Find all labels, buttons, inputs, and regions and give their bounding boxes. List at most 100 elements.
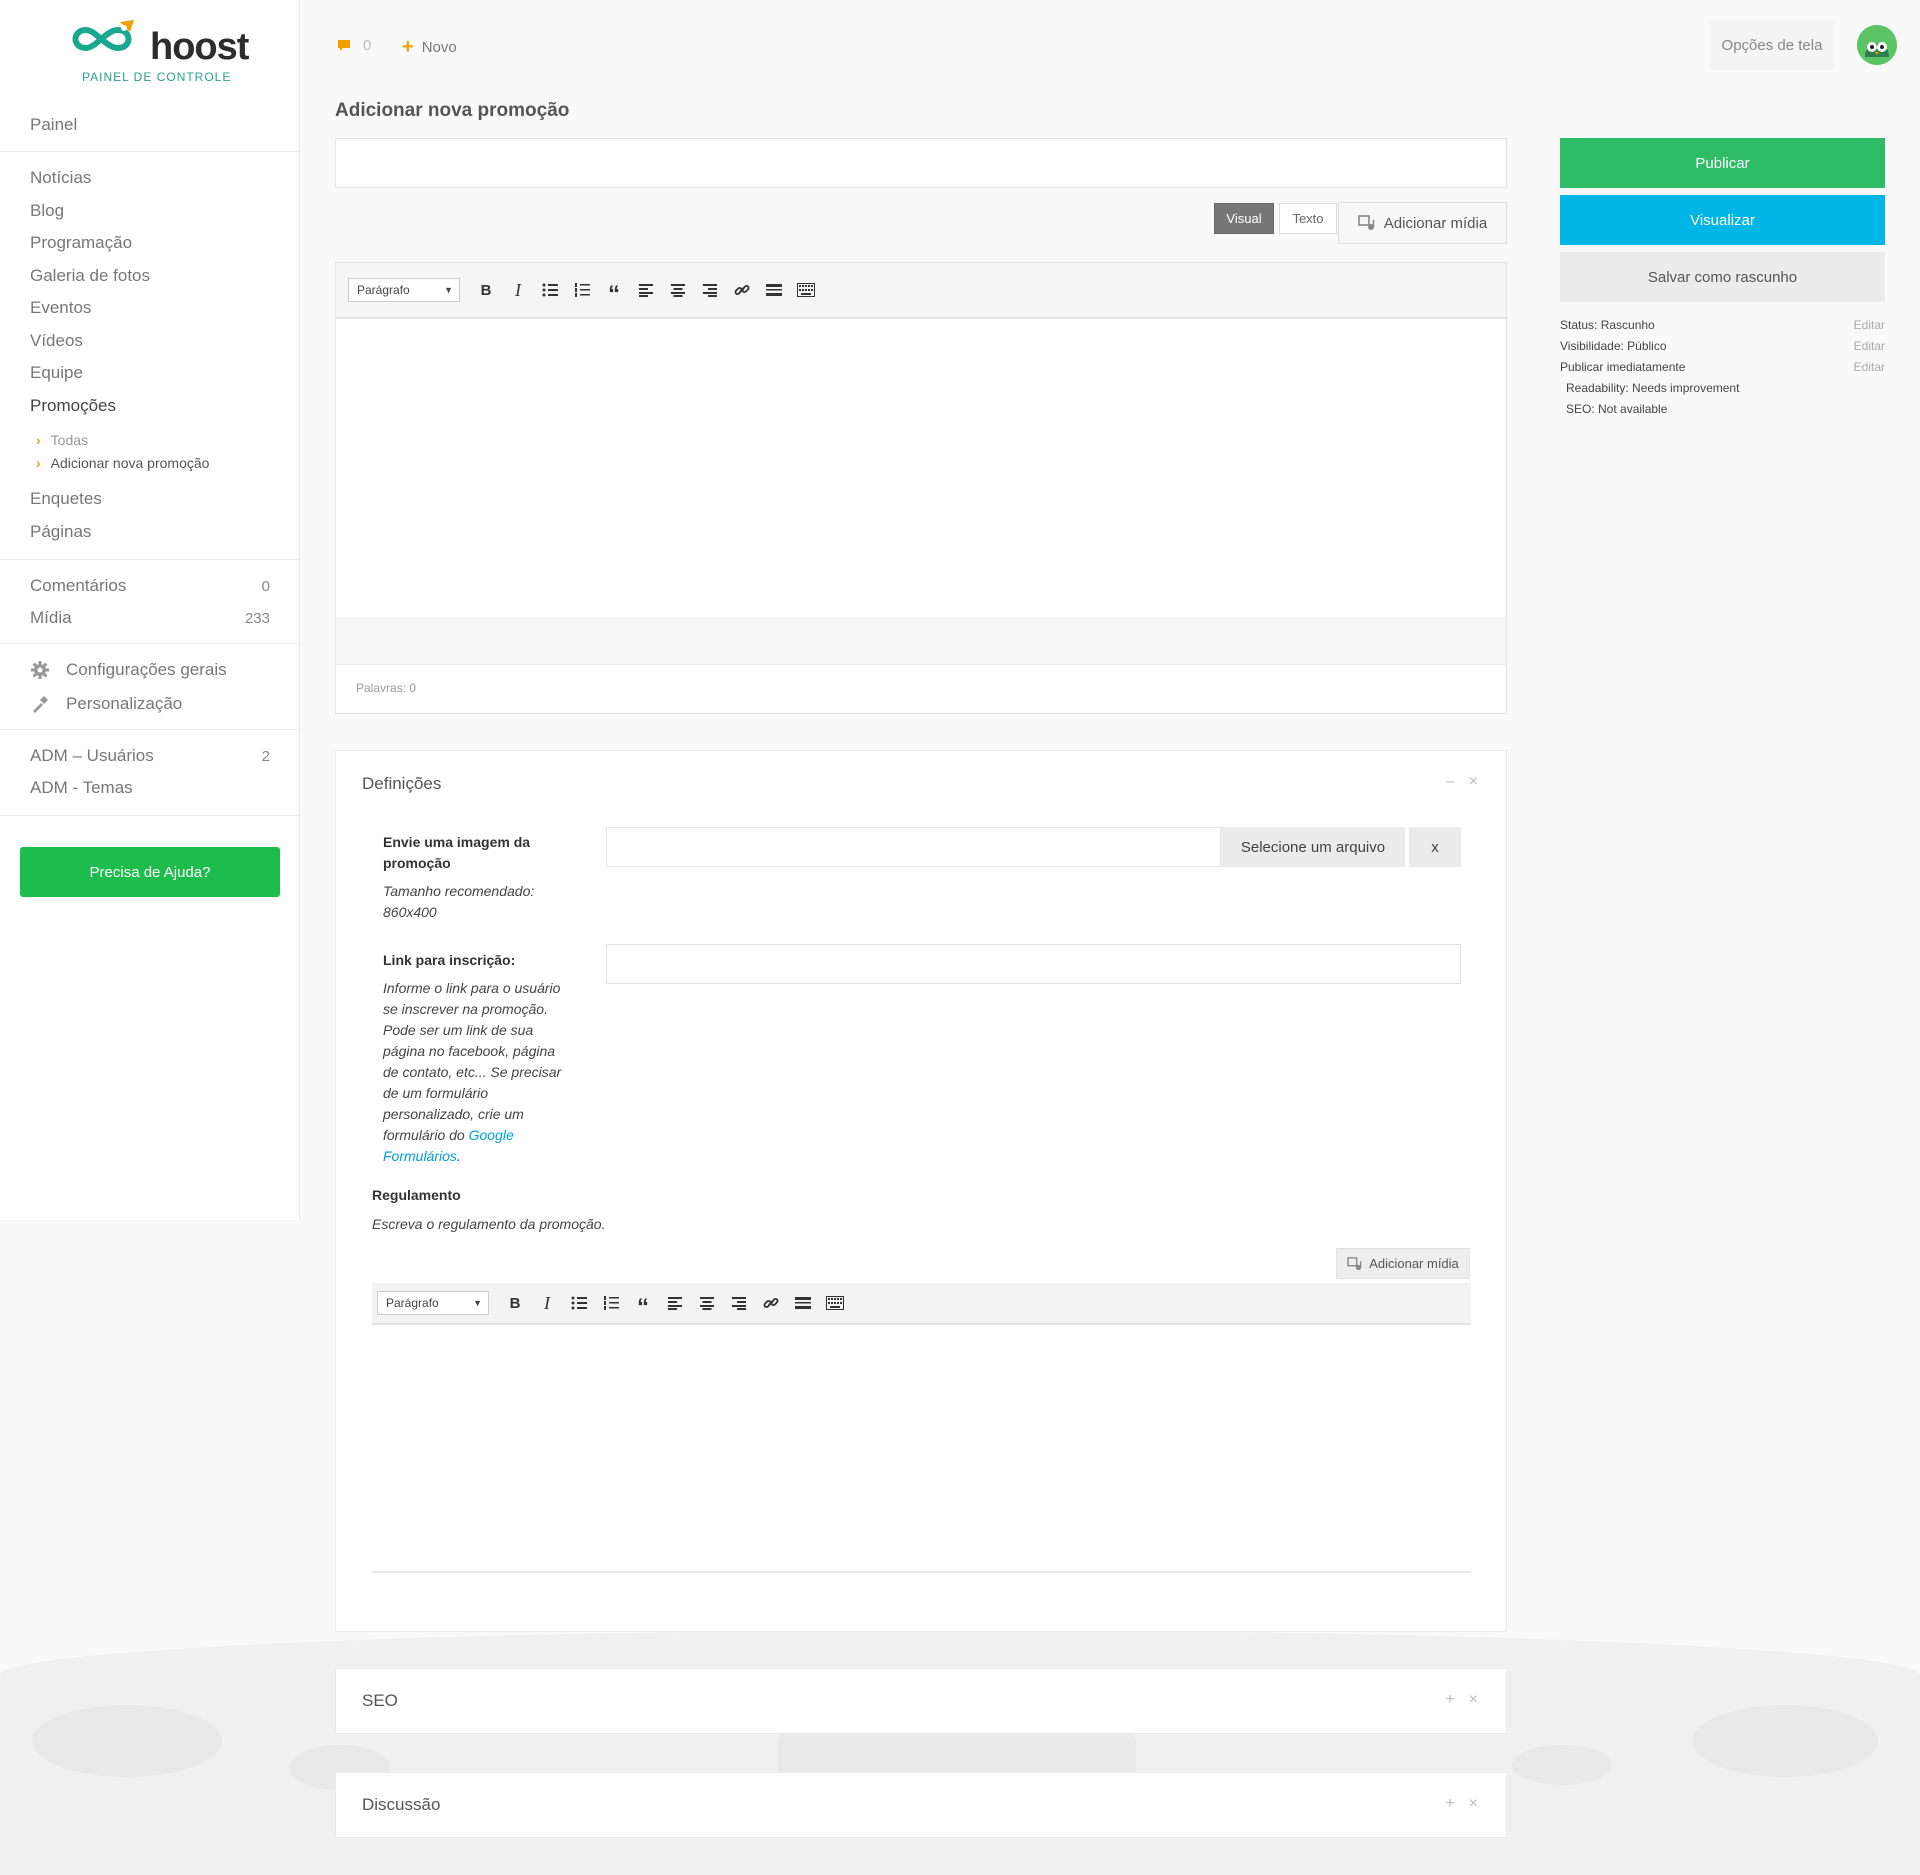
sidebar-item-label: Configurações gerais — [66, 660, 227, 679]
align-right-icon[interactable] — [723, 1289, 755, 1317]
tab-visual[interactable]: Visual — [1214, 203, 1274, 234]
comment-icon — [338, 39, 350, 51]
sidebar-item-adm-usuarios[interactable]: ADM – Usuários 2 — [30, 746, 270, 766]
sidebar-item-blog[interactable]: Blog — [30, 201, 270, 221]
sidebar-item-label: Vídeos — [30, 331, 83, 350]
format-select[interactable]: Parágrafo ▼ — [377, 1291, 489, 1315]
status-row: Status: Rascunho Editar — [1560, 318, 1885, 332]
minimize-icon[interactable]: – — [1446, 773, 1455, 791]
sidebar-subitem-todas[interactable]: › Todas — [36, 432, 88, 448]
brush-icon — [33, 696, 48, 713]
discussion-panel[interactable]: Discussão + × — [335, 1772, 1507, 1838]
title-input[interactable] — [335, 138, 1507, 188]
read-more-icon[interactable] — [787, 1289, 819, 1317]
sidebar-item-promocoes[interactable]: Promoções — [30, 396, 270, 416]
blockquote-icon[interactable]: “ — [598, 276, 630, 307]
edit-visibility-link[interactable]: Editar — [1854, 339, 1885, 353]
count-badge: 0 — [261, 577, 270, 595]
bullet-list-icon[interactable] — [563, 1289, 595, 1317]
tab-text[interactable]: Texto — [1279, 203, 1337, 234]
numbered-list-icon[interactable] — [595, 1289, 627, 1317]
seo-score-row: SEO: Not available — [1566, 402, 1891, 416]
bold-icon[interactable]: B — [470, 276, 502, 304]
edit-schedule-link[interactable]: Editar — [1854, 360, 1885, 374]
comments-indicator[interactable]: 0 — [337, 37, 371, 54]
align-center-icon[interactable] — [691, 1289, 723, 1317]
sidebar-subitem-adicionar[interactable]: › Adicionar nova promoção — [36, 455, 209, 471]
add-media-label: Adicionar mídia — [1369, 1256, 1459, 1271]
read-more-icon[interactable] — [758, 276, 790, 304]
brand-subtitle: PAINEL DE CONTROLE — [82, 70, 232, 84]
sidebar-item-midia[interactable]: Mídia 233 — [30, 608, 270, 628]
sidebar-item-personalizacao[interactable]: Personalização — [30, 694, 270, 714]
word-count: Palavras: 0 — [356, 681, 417, 695]
chevron-right-icon: › — [36, 432, 41, 448]
format-select[interactable]: Parágrafo ▼ — [348, 278, 460, 302]
sidebar-item-equipe[interactable]: Equipe — [30, 363, 270, 383]
help-button[interactable]: Precisa de Ajuda? — [20, 847, 280, 897]
editor-toolbar: Parágrafo ▼ B I “ — [336, 263, 1506, 319]
background-shape — [32, 1705, 222, 1777]
align-center-icon[interactable] — [662, 276, 694, 304]
top-bar: 0 + Novo Opções de tela — [300, 0, 1920, 90]
sidebar-item-eventos[interactable]: Eventos — [30, 298, 270, 318]
screen-options-button[interactable]: Opções de tela — [1710, 20, 1834, 70]
readability-row: Readability: Needs improvement — [1566, 381, 1891, 395]
close-icon[interactable]: × — [1469, 1691, 1478, 1709]
registration-link-input[interactable] — [606, 944, 1461, 984]
toolbar-toggle-icon[interactable] — [819, 1289, 851, 1317]
toolbar-toggle-icon[interactable] — [790, 276, 822, 304]
link-hint-text: Informe o link para o usuário se inscrev… — [383, 980, 562, 1143]
edit-status-link[interactable]: Editar — [1854, 318, 1885, 332]
sidebar-item-configuracoes[interactable]: Configurações gerais — [30, 660, 270, 680]
close-icon[interactable]: × — [1469, 1795, 1478, 1813]
new-item-button[interactable]: + Novo — [402, 36, 457, 59]
add-media-button[interactable]: Adicionar mídia — [1338, 202, 1507, 244]
status-text: Status: Rascunho — [1560, 318, 1655, 332]
align-left-icon[interactable] — [659, 1289, 691, 1317]
panel-controls: + × — [1445, 1795, 1478, 1813]
definitions-panel: Definições – × Envie uma imagem da promo… — [335, 750, 1507, 1632]
save-draft-button[interactable]: Salvar como rascunho — [1560, 252, 1885, 302]
seo-panel[interactable]: SEO + × — [335, 1668, 1507, 1734]
select-file-button[interactable]: Selecione um arquivo — [1221, 827, 1405, 867]
avatar[interactable] — [1857, 25, 1897, 65]
sidebar-item-label: ADM – Usuários — [30, 746, 154, 765]
align-left-icon[interactable] — [630, 276, 662, 304]
bullet-list-icon[interactable] — [534, 276, 566, 304]
rules-add-media-button[interactable]: Adicionar mídia — [1336, 1248, 1470, 1279]
link-icon[interactable] — [726, 276, 758, 304]
expand-icon[interactable]: + — [1445, 1795, 1454, 1813]
sidebar-item-painel[interactable]: Painel — [30, 115, 270, 135]
sidebar-item-programacao[interactable]: Programação — [30, 233, 270, 253]
editor-toolbar: Parágrafo ▼ B I “ — [372, 1283, 1471, 1325]
align-right-icon[interactable] — [694, 276, 726, 304]
add-media-label: Adicionar mídia — [1383, 214, 1488, 232]
sidebar-item-enquetes[interactable]: Enquetes — [30, 489, 270, 509]
bold-icon[interactable]: B — [499, 1289, 531, 1317]
close-icon[interactable]: × — [1469, 773, 1478, 791]
sidebar-item-videos[interactable]: Vídeos — [30, 331, 270, 351]
preview-button[interactable]: Visualizar — [1560, 195, 1885, 245]
count-badge: 2 — [261, 747, 270, 765]
sidebar-item-noticias[interactable]: Notícias — [30, 168, 270, 188]
brand-logo[interactable]: hoost PAINEL DE CONTROLE — [64, 18, 249, 88]
clear-file-button[interactable]: x — [1409, 827, 1461, 867]
sidebar-item-paginas[interactable]: Páginas — [30, 522, 270, 542]
sidebar-item-label: Promoções — [30, 396, 116, 415]
sidebar-item-adm-temas[interactable]: ADM - Temas — [30, 778, 270, 798]
italic-icon[interactable]: I — [531, 1289, 563, 1317]
brand-name: hoost — [150, 26, 249, 68]
blockquote-icon[interactable]: “ — [627, 1289, 659, 1320]
sidebar-item-comentarios[interactable]: Comentários 0 — [30, 576, 270, 596]
sidebar-item-label: Painel — [30, 115, 78, 134]
numbered-list-icon[interactable] — [566, 276, 598, 304]
italic-icon[interactable]: I — [502, 276, 534, 304]
panel-title: SEO — [362, 1691, 398, 1710]
link-icon[interactable] — [755, 1289, 787, 1317]
image-file-field[interactable] — [606, 827, 1221, 867]
expand-icon[interactable]: + — [1445, 1691, 1454, 1709]
publish-button[interactable]: Publicar — [1560, 138, 1885, 188]
owl-avatar-icon — [1857, 25, 1897, 65]
sidebar-item-galeria[interactable]: Galeria de fotos — [30, 266, 270, 286]
